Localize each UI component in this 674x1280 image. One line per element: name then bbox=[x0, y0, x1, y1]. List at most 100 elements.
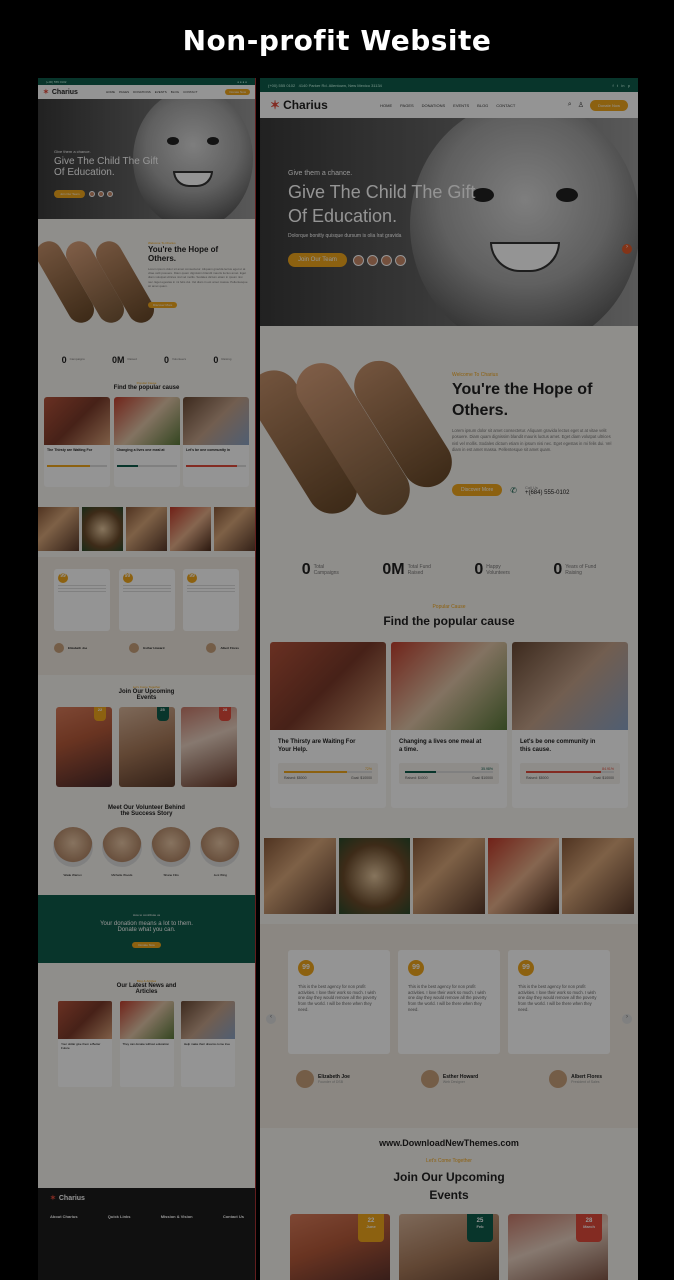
slider-next-arrow[interactable]: › bbox=[622, 244, 632, 254]
about-cta-button[interactable]: Discover More bbox=[148, 302, 178, 308]
menu-donations[interactable]: DONATIONS bbox=[422, 103, 445, 108]
cause-progress-bar bbox=[526, 770, 614, 773]
navbar: ✶ Charius HOME PAGES DONATIONS EVENTS BLO… bbox=[38, 85, 255, 99]
footer: ✶ Charius About Charius Quick Links Missi… bbox=[38, 1188, 255, 1280]
logo[interactable]: ✶ Charius bbox=[270, 98, 328, 112]
menu-pages[interactable]: PAGES bbox=[400, 103, 414, 108]
events-tag: Let's Come Together bbox=[426, 1158, 472, 1164]
causes-section: Popular Cause Find the popular cause The… bbox=[38, 371, 255, 487]
navbar: ✶ Charius HOME PAGES DONATIONS EVENTS BLO… bbox=[260, 92, 638, 118]
menu-blog[interactable]: BLOG bbox=[477, 103, 488, 108]
stat-campaigns: 0 Total Campaigns bbox=[301, 561, 339, 578]
news-card[interactable]: They can donate without education bbox=[119, 1001, 174, 1087]
logo-text: Charius bbox=[51, 88, 78, 96]
event-card[interactable]: 25 Feb bbox=[399, 1214, 499, 1280]
hero-kicker: Give them a chance. bbox=[288, 170, 353, 177]
stat-volunteers: 0 Happy Volunteers bbox=[474, 561, 510, 578]
main-menu: HOME PAGES DONATIONS EVENTS BLOG CONTACT bbox=[106, 90, 197, 94]
events-title-2: Events bbox=[429, 1188, 469, 1202]
causes-title: Find the popular cause bbox=[383, 614, 515, 628]
logo-mark-icon: ✶ bbox=[270, 98, 281, 112]
menu-contact[interactable]: CONTACT bbox=[183, 90, 197, 94]
cause-progress-bar bbox=[405, 770, 493, 773]
testimonial-next-arrow[interactable]: › bbox=[622, 1014, 632, 1024]
donation-cta-button[interactable]: Donate Now bbox=[132, 942, 161, 948]
user-icon[interactable]: ♙ bbox=[578, 101, 584, 109]
menu-pages[interactable]: PAGES bbox=[119, 90, 129, 94]
photo-gallery bbox=[38, 507, 255, 551]
event-card[interactable]: 22 June bbox=[290, 1214, 390, 1280]
social-icons[interactable]: ● ● ● ● bbox=[237, 80, 247, 84]
events-title-1: Join Our Upcoming bbox=[393, 1170, 505, 1184]
about-image bbox=[38, 236, 159, 328]
cause-card[interactable]: Changing a lives one meal at bbox=[113, 397, 180, 487]
causes-tag: Popular Cause bbox=[432, 604, 466, 610]
about-title-1: You're the Hope of bbox=[148, 245, 219, 254]
hero: Give them a chance. Give The Child The G… bbox=[38, 99, 255, 219]
top-bar: (+00) 555 0102 4140 Parker Rd. Allentown… bbox=[260, 78, 638, 92]
phone-icon: ✆ bbox=[510, 485, 517, 495]
testimonial-card: 99 This is the best agency for non profit… bbox=[508, 950, 610, 1054]
menu-contact[interactable]: CONTACT bbox=[496, 103, 515, 108]
stats-row: 0 Total Campaigns 0M Total Fund Raised 0 Happ… bbox=[260, 548, 638, 592]
event-card[interactable]: 28 bbox=[181, 707, 237, 787]
photo-gallery bbox=[260, 838, 638, 914]
watermark: www.DownloadNewThemes.com bbox=[379, 1138, 519, 1148]
about-image bbox=[260, 351, 462, 525]
menu-donations[interactable]: DONATIONS bbox=[133, 90, 151, 94]
quote-icon: 99 bbox=[408, 960, 424, 976]
events-section: Let's Come Together Join Our Upcoming Ev… bbox=[38, 675, 255, 787]
news-section: Blog & Articles Our Latest News and Arti… bbox=[38, 963, 255, 1087]
about-section: Welcome To Charius You're the Hope of Ot… bbox=[260, 326, 638, 548]
news-card[interactable]: Help make their dreams come true bbox=[181, 1001, 235, 1087]
hero-headline-2: Of Education. bbox=[54, 167, 115, 178]
testimonial-author: Esther Howard Web Designer bbox=[420, 1070, 478, 1088]
event-card[interactable]: 28 March bbox=[508, 1214, 608, 1280]
cause-image bbox=[391, 642, 507, 730]
event-card[interactable]: 25 bbox=[118, 707, 175, 787]
donate-button[interactable]: Donate Now bbox=[589, 99, 628, 111]
cause-card[interactable]: The Thirsty are Waiting For bbox=[44, 397, 110, 487]
testimonials-section: ‹ › 99 This is the best agency for non pr… bbox=[260, 924, 638, 1128]
testimonial-prev-arrow[interactable]: ‹ bbox=[266, 1014, 276, 1024]
hero-kicker: Give them a chance. bbox=[54, 149, 91, 154]
stats-row: 0 Campaigns 0M Raised 0 Volunteers 0 Raising bbox=[61, 355, 232, 365]
page-title: Non-profit Website bbox=[182, 24, 492, 57]
testimonial-author: Albert Flores President of Sales bbox=[549, 1070, 602, 1088]
about-title-2: Others. bbox=[148, 254, 177, 263]
topbar-phone: (+00) 555 0102 bbox=[268, 82, 296, 88]
menu-blog[interactable]: BLOG bbox=[171, 90, 179, 94]
zoomed-page-preview: (+00) 555 0102 4140 Parker Rd. Allentown… bbox=[260, 78, 638, 1280]
avatar bbox=[549, 1070, 568, 1088]
menu-events[interactable]: EVENTS bbox=[155, 90, 167, 94]
cause-card[interactable]: Let's be one community in bbox=[183, 397, 249, 487]
search-icon[interactable]: ⌕ bbox=[568, 101, 572, 109]
hero-headline-2: Of Education. bbox=[288, 206, 398, 226]
cause-card[interactable]: Let's be one community in this cause. 84.… bbox=[512, 642, 628, 808]
topbar-phone: (+00) 555 0102 bbox=[46, 79, 67, 84]
testimonial-author: Elizabeth Joe Founder of DSB bbox=[296, 1070, 350, 1088]
testimonial-card: 99 This is the best agency for non profit… bbox=[398, 950, 500, 1054]
menu-events[interactable]: EVENTS bbox=[453, 103, 469, 108]
top-bar: (+00) 555 0102 ● ● ● ● bbox=[38, 78, 255, 85]
menu-home[interactable]: HOME bbox=[380, 103, 392, 108]
cause-card[interactable]: The Thirsty are Waiting For Your Help. 72… bbox=[270, 642, 386, 808]
volunteers-section: Meet Our Volunteer Behind the Success St… bbox=[38, 787, 255, 877]
causes-section: Popular Cause Find the popular cause The… bbox=[260, 592, 638, 808]
event-card[interactable]: 22 bbox=[56, 707, 112, 787]
about-body: Lorem ipsum dolor sit amet consectetur. … bbox=[148, 267, 248, 288]
call-phone[interactable]: +(684) 555-0102 bbox=[525, 490, 570, 496]
news-card[interactable]: Your dollar give them a Better Future bbox=[58, 1001, 112, 1087]
hero-cta-button[interactable]: Join Our Team bbox=[54, 190, 86, 198]
menu-home[interactable]: HOME bbox=[106, 90, 115, 94]
social-icons[interactable]: f t in p bbox=[612, 83, 630, 88]
about-cta-button[interactable]: Discover More bbox=[452, 484, 503, 496]
logo[interactable]: ✶ Charius bbox=[43, 88, 78, 97]
cause-card[interactable]: Changing a lives one meal at a time. 35.9… bbox=[391, 642, 507, 808]
volunteer-avatars bbox=[352, 254, 406, 266]
logo-mark-icon: ✶ bbox=[43, 89, 49, 96]
hero-cta-button[interactable]: Join Our Team bbox=[288, 253, 347, 267]
donate-button[interactable]: Donate Now bbox=[225, 89, 250, 95]
about-title-1: You're the Hope of bbox=[452, 381, 593, 398]
donation-banner: How to contribute us Your donation means… bbox=[38, 895, 255, 963]
